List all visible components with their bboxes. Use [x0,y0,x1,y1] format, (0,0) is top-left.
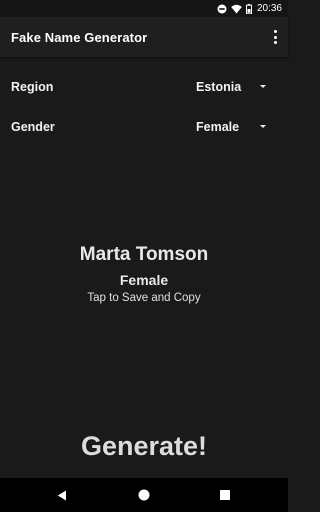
status-bar: 20:36 [0,0,288,17]
dropdown-arrow-icon [260,85,266,88]
gender-label: Gender [11,120,55,134]
do-not-disturb-icon [217,4,227,14]
overflow-dot [273,30,277,33]
generate-button[interactable]: Generate! [44,424,244,468]
navigation-bar [0,478,288,512]
region-row: Region Estonia [0,77,288,97]
overflow-dot [273,35,277,39]
region-value: Estonia [196,80,242,94]
gender-dropdown[interactable]: Female [196,117,276,137]
battery-icon [245,3,252,14]
gender-row: Gender Female [0,117,288,137]
dropdown-arrow-icon [260,125,266,128]
home-icon[interactable] [136,487,152,503]
app-title: Fake Name Generator [11,29,148,45]
region-label: Region [11,80,54,94]
overflow-menu-icon[interactable] [272,30,278,44]
region-dropdown[interactable]: Estonia [196,77,276,97]
status-time: 20:36 [256,3,282,14]
overflow-dot [273,41,277,44]
gender-value: Female [196,120,240,134]
wifi-icon [231,4,242,14]
app-bar: Fake Name Generator [0,17,288,57]
generated-gender[interactable]: Female [0,272,288,288]
save-copy-hint: Tap to Save and Copy [87,292,201,304]
generated-name[interactable]: Marta Tomson [0,244,288,266]
back-icon[interactable] [54,487,70,503]
recents-icon[interactable] [217,487,233,503]
